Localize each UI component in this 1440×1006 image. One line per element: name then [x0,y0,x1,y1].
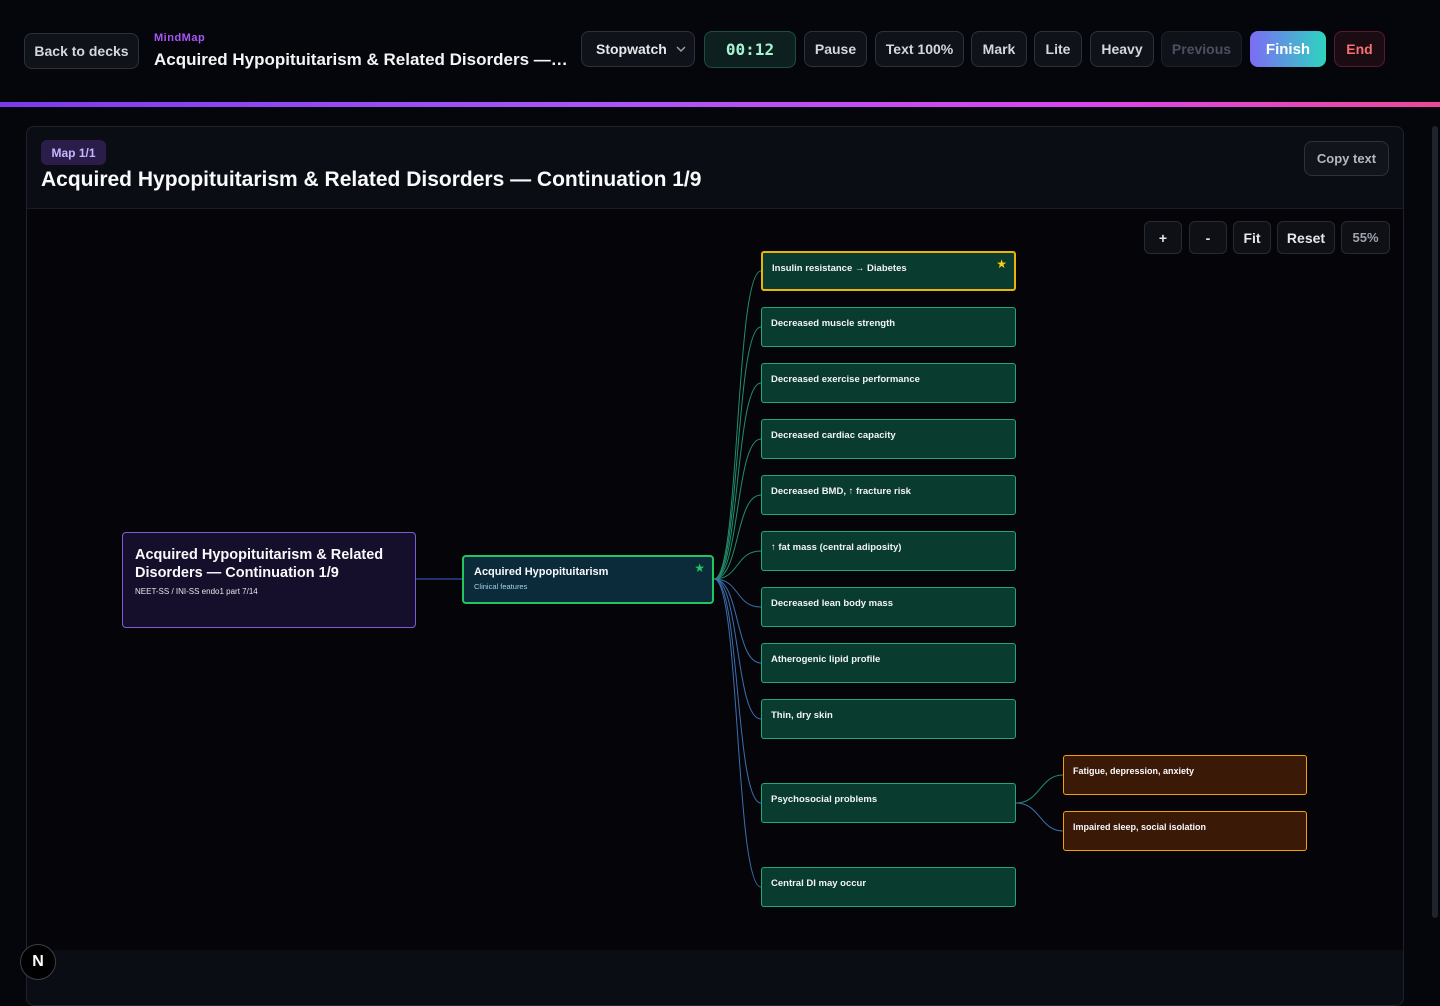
leaf-node-label: Decreased BMD, ↑ fracture risk [771,486,911,497]
mark-button[interactable]: Mark [971,31,1027,67]
stopwatch-timer: 00:12 [704,31,796,68]
leaf-node-label: Psychosocial problems [771,794,878,805]
leaf-node[interactable]: Decreased BMD, ↑ fracture risk [761,475,1016,515]
leaf-node-label: Thin, dry skin [771,710,833,721]
leaf-node[interactable]: Psychosocial problems [761,783,1016,823]
leaf-node-label: Decreased exercise performance [771,374,920,385]
hub-node-title: Acquired Hypopituitarism [474,566,609,578]
star-icon: ★ [996,257,1007,271]
sub-leaf-node[interactable]: Impaired sleep, social isolation [1063,811,1307,851]
root-node[interactable]: Acquired Hypopituitarism & Related Disor… [122,532,416,628]
chevron-down-icon [676,46,686,52]
leaf-node[interactable]: Decreased lean body mass [761,587,1016,627]
leaf-node-label: Insulin resistance → Diabetes [772,263,907,274]
hub-node[interactable]: Acquired Hypopituitarism Clinical featur… [462,555,714,604]
map-title: Acquired Hypopituitarism & Related Disor… [41,168,702,191]
star-icon: ★ [694,561,705,575]
leaf-node[interactable]: ↑ fat mass (central adiposity) [761,531,1016,571]
leaf-node[interactable]: Thin, dry skin [761,699,1016,739]
leaf-node-label: Decreased cardiac capacity [771,430,896,441]
sub-leaf-node-label: Impaired sleep, social isolation [1073,822,1207,832]
pause-button[interactable]: Pause [804,31,867,67]
copy-text-button[interactable]: Copy text [1304,141,1389,176]
leaf-node[interactable]: Decreased muscle strength [761,307,1016,347]
leaf-node[interactable]: Decreased exercise performance [761,363,1016,403]
map-index-badge: Map 1/1 [41,140,106,165]
finish-button[interactable]: Finish [1250,31,1326,67]
leaf-node-label: Central DI may occur [771,878,867,889]
mode-select[interactable]: Stopwatch [581,31,695,67]
leaf-node[interactable]: Central DI may occur [761,867,1016,907]
lite-button[interactable]: Lite [1034,31,1082,67]
leaf-node-label: Decreased lean body mass [771,598,893,609]
text-size-button[interactable]: Text 100% [875,31,964,67]
back-to-decks-button[interactable]: Back to decks [24,33,139,69]
leaf-node[interactable]: Insulin resistance → Diabetes ★ [761,251,1016,291]
zoom-level: 55% [1341,221,1390,254]
assistant-badge[interactable]: N [20,944,56,980]
hub-node-subtitle: Clinical features [474,582,528,591]
previous-button[interactable]: Previous [1161,31,1242,67]
reset-button[interactable]: Reset [1277,221,1335,254]
sub-leaf-node[interactable]: Fatigue, depression, anxiety [1063,755,1307,795]
leaf-node-label: Atherogenic lipid profile [771,654,881,665]
root-node-title: Acquired Hypopituitarism & Related Disor… [135,547,384,581]
progress-accent-line [0,102,1440,107]
brand-label: MindMap [154,32,206,44]
leaf-node-label: ↑ fat mass (central adiposity) [771,542,902,553]
heavy-button[interactable]: Heavy [1090,31,1154,67]
root-node-subtitle: NEET-SS / INI-SS endo1 part 7/14 [135,587,258,596]
leaf-node[interactable]: Atherogenic lipid profile [761,643,1016,683]
deck-title: Acquired Hypopituitarism & Related Disor… [154,50,569,69]
zoom-out-button[interactable]: - [1189,221,1227,254]
leaf-node-label: Decreased muscle strength [771,318,896,329]
zoom-in-button[interactable]: + [1144,221,1182,254]
leaf-node[interactable]: Decreased cardiac capacity [761,419,1016,459]
sub-leaf-node-label: Fatigue, depression, anxiety [1073,766,1195,776]
fit-button[interactable]: Fit [1233,221,1271,254]
top-toolbar: Back to decks MindMap Acquired Hypopitui… [0,0,1440,102]
page-scrollbar[interactable] [1432,126,1438,918]
end-button[interactable]: End [1334,31,1385,67]
mode-select-value: Stopwatch [596,41,667,57]
